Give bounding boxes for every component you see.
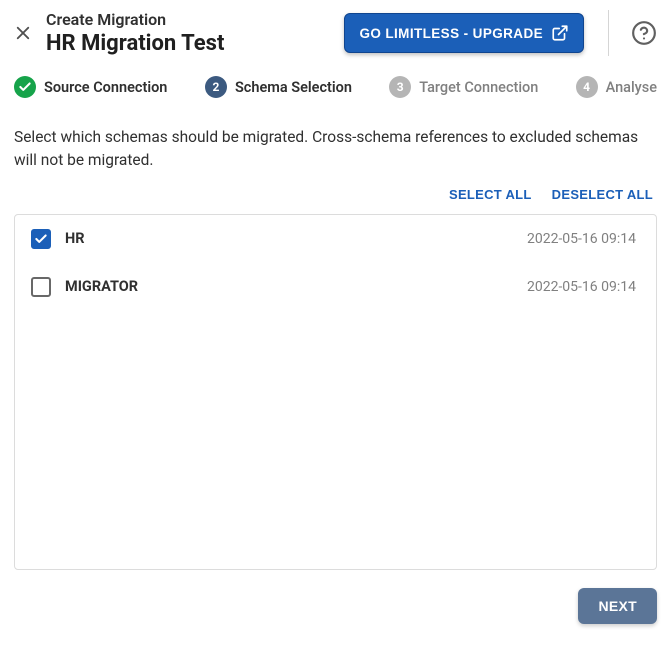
- schema-updated: 2022-05-16 09:14: [527, 231, 636, 247]
- upgrade-button-label: GO LIMITLESS - UPGRADE: [359, 26, 543, 41]
- step-schema-selection[interactable]: 2 Schema Selection: [205, 76, 352, 98]
- help-button[interactable]: [631, 20, 657, 46]
- check-icon: [18, 80, 32, 94]
- close-icon: [14, 24, 32, 42]
- schema-name: MIGRATOR: [65, 278, 513, 295]
- step-target-connection[interactable]: 3 Target Connection: [389, 76, 538, 98]
- header-subtitle: Create Migration: [46, 10, 330, 29]
- step-status-icon: [14, 76, 36, 98]
- schema-checkbox[interactable]: [31, 229, 51, 249]
- schema-list: HR 2022-05-16 09:14 MIGRATOR 2022-05-16 …: [14, 214, 657, 570]
- step-label: Source Connection: [44, 79, 167, 96]
- step-analyse[interactable]: 4 Analyse: [576, 76, 657, 98]
- close-button[interactable]: [14, 24, 32, 42]
- step-number: 3: [389, 76, 411, 98]
- step-label: Target Connection: [419, 79, 538, 96]
- step-source-connection[interactable]: Source Connection: [14, 76, 167, 98]
- description-text: Select which schemas should be migrated.…: [0, 104, 671, 183]
- stepper: Source Connection 2 Schema Selection 3 T…: [0, 66, 671, 104]
- step-number: 2: [205, 76, 227, 98]
- schema-row-migrator[interactable]: MIGRATOR 2022-05-16 09:14: [15, 263, 656, 311]
- header-title: HR Migration Test: [46, 31, 330, 56]
- schema-updated: 2022-05-16 09:14: [527, 279, 636, 295]
- deselect-all-button[interactable]: DESELECT ALL: [552, 187, 653, 202]
- schema-checkbox[interactable]: [31, 277, 51, 297]
- header-separator: [608, 10, 609, 56]
- step-label: Analyse: [606, 79, 657, 96]
- schema-row-hr[interactable]: HR 2022-05-16 09:14: [15, 215, 656, 263]
- upgrade-button[interactable]: GO LIMITLESS - UPGRADE: [344, 13, 584, 53]
- schema-name: HR: [65, 230, 513, 247]
- step-number: 4: [576, 76, 598, 98]
- next-button[interactable]: NEXT: [578, 588, 657, 624]
- select-all-button[interactable]: SELECT ALL: [449, 187, 532, 202]
- external-link-icon: [551, 24, 569, 42]
- check-icon: [34, 232, 48, 246]
- step-label: Schema Selection: [235, 79, 352, 96]
- help-icon: [631, 20, 657, 46]
